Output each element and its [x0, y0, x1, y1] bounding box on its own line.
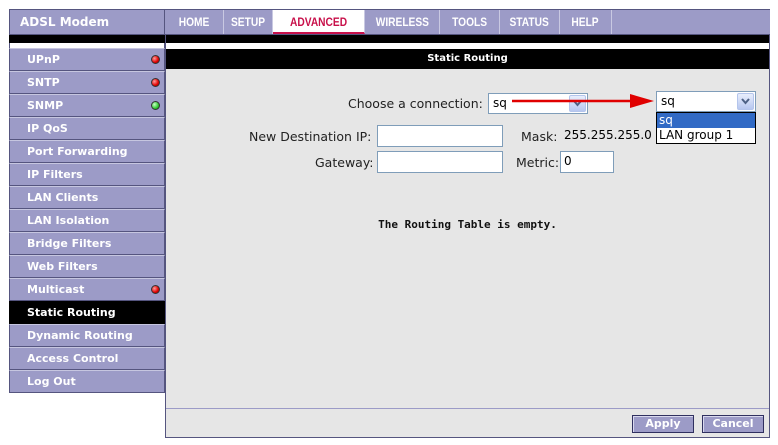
sidebar-item-label: IP Filters [27, 168, 83, 181]
sidebar-item-label: SNMP [27, 99, 64, 112]
sidebar-item-sntp[interactable]: SNTP [9, 71, 165, 94]
sidebar-item-label: SNTP [27, 76, 60, 89]
mask-label: Mask: [521, 129, 558, 144]
connection-select-open[interactable]: sq [656, 91, 756, 112]
sidebar-item-label: Bridge Filters [27, 237, 112, 250]
metric-input[interactable]: 0 [560, 151, 614, 173]
gateway-label: Gateway: [315, 155, 374, 170]
connection-label: Choose a connection: [348, 96, 483, 111]
sidebar-item-access-control[interactable]: Access Control [9, 347, 165, 370]
metric-label: Metric: [516, 155, 560, 170]
status-dot-red-icon [151, 55, 160, 64]
sidebar-item-static-routing[interactable]: Static Routing [9, 301, 165, 324]
annotation-arrow-icon [512, 94, 654, 108]
dropdown-option-lan-group-1[interactable]: LAN group 1 [657, 128, 755, 143]
chevron-down-icon[interactable] [737, 93, 754, 110]
main-top-bar [166, 35, 769, 43]
sidebar-item-label: IP QoS [27, 122, 68, 135]
sidebar-item-ip-qos[interactable]: IP QoS [9, 117, 165, 140]
tab-advanced[interactable]: ADVANCED [273, 10, 365, 34]
sidebar-item-snmp[interactable]: SNMP [9, 94, 165, 117]
sidebar-item-lan-isolation[interactable]: LAN Isolation [9, 209, 165, 232]
status-dot-red-icon [151, 285, 160, 294]
tab-tools[interactable]: TOOLS [440, 10, 500, 34]
status-dot-green-icon [151, 101, 160, 110]
sidebar-item-web-filters[interactable]: Web Filters [9, 255, 165, 278]
sidebar-item-label: Static Routing [27, 306, 116, 319]
top-nav: HOME SETUP ADVANCED WIRELESS TOOLS STATU… [165, 9, 770, 35]
connection-select-open-value: sq [661, 94, 675, 108]
status-dot-red-icon [151, 78, 160, 87]
tab-status[interactable]: STATUS [500, 10, 560, 34]
tab-setup[interactable]: SETUP [224, 10, 273, 34]
sidebar-item-label: LAN Clients [27, 191, 99, 204]
sidebar-item-dynamic-routing[interactable]: Dynamic Routing [9, 324, 165, 347]
sidebar-item-log-out[interactable]: Log Out [9, 370, 165, 393]
dropdown-option-sq[interactable]: sq [657, 113, 755, 128]
sidebar-item-lan-clients[interactable]: LAN Clients [9, 186, 165, 209]
sidebar-item-multicast[interactable]: Multicast [9, 278, 165, 301]
sidebar-item-label: Access Control [27, 352, 119, 365]
gateway-input[interactable] [377, 151, 503, 173]
sidebar-item-label: Web Filters [27, 260, 98, 273]
apply-button[interactable]: Apply [632, 415, 694, 433]
sidebar-item-port-forwarding[interactable]: Port Forwarding [9, 140, 165, 163]
sidebar-item-upnp[interactable]: UPnP [9, 48, 165, 71]
sidebar-item-label: Multicast [27, 283, 85, 296]
brand-title: ADSL Modem [9, 9, 165, 35]
sidebar-item-label: Log Out [27, 375, 76, 388]
connection-select-value: sq [493, 96, 507, 110]
empty-table-message: The Routing Table is empty. [378, 218, 557, 231]
sidebar-item-bridge-filters[interactable]: Bridge Filters [9, 232, 165, 255]
sidebar-item-label: Port Forwarding [27, 145, 128, 158]
sidebar-item-label: LAN Isolation [27, 214, 110, 227]
sidebar-top-bar [9, 35, 165, 43]
connection-dropdown-list: sq LAN group 1 [656, 112, 756, 144]
mask-input[interactable]: 255.255.255.0 [560, 125, 670, 147]
tab-help[interactable]: HELP [560, 10, 612, 34]
sidebar: UPnP SNTP SNMP IP QoS Port Forwarding IP… [9, 48, 165, 393]
footer-divider [166, 408, 769, 409]
dest-ip-input[interactable] [377, 125, 503, 147]
cancel-button[interactable]: Cancel [702, 415, 764, 433]
sidebar-item-ip-filters[interactable]: IP Filters [9, 163, 165, 186]
sidebar-item-label: UPnP [27, 53, 60, 66]
tab-wireless[interactable]: WIRELESS [365, 10, 440, 34]
dest-ip-label: New Destination IP: [249, 129, 372, 144]
sidebar-item-label: Dynamic Routing [27, 329, 133, 342]
tab-home[interactable]: HOME [165, 10, 224, 34]
page-title: Static Routing [166, 49, 769, 69]
